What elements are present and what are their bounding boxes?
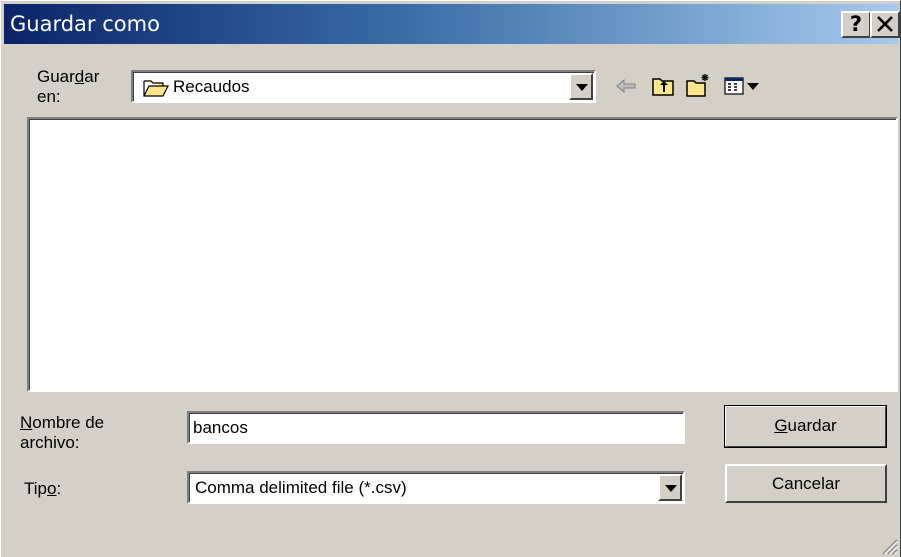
save-as-dialog: Guardar como ? Guardar en: Recaudos Nomb… [0,0,901,557]
save-in-folder-name: Recaudos [173,77,250,96]
save-in-dropdown-button[interactable] [569,73,593,100]
chevron-down-icon [665,485,677,492]
save-in-label: Guardar en: [37,67,100,106]
view-menu-icon[interactable] [723,73,763,99]
cancel-button[interactable]: Cancelar [725,464,887,503]
up-one-level-icon[interactable] [651,73,677,99]
help-button[interactable]: ? [841,11,871,38]
filetype-label: Tipo: [24,479,62,498]
save-in-dropdown[interactable]: Recaudos [131,70,596,103]
window-title: Guardar como [10,12,160,36]
back-arrow-icon[interactable] [613,73,639,99]
filetype-dropdown-button[interactable] [658,474,682,501]
open-folder-icon [143,80,169,97]
chevron-down-icon [576,84,588,91]
filename-label: Nombre de archivo: [20,413,105,452]
title-bar[interactable]: Guardar como ? [4,4,900,44]
close-button[interactable] [870,11,900,38]
filename-value: bancos [193,418,248,437]
filename-input[interactable]: bancos [187,411,685,444]
close-icon [877,16,893,32]
filetype-dropdown[interactable]: Comma delimited file (*.csv) [187,471,685,504]
file-list[interactable] [27,117,898,392]
new-folder-icon[interactable] [685,73,711,99]
resize-grip-icon[interactable] [880,537,898,555]
filetype-value: Comma delimited file (*.csv) [195,478,407,497]
save-button[interactable]: Guardar [724,405,887,448]
